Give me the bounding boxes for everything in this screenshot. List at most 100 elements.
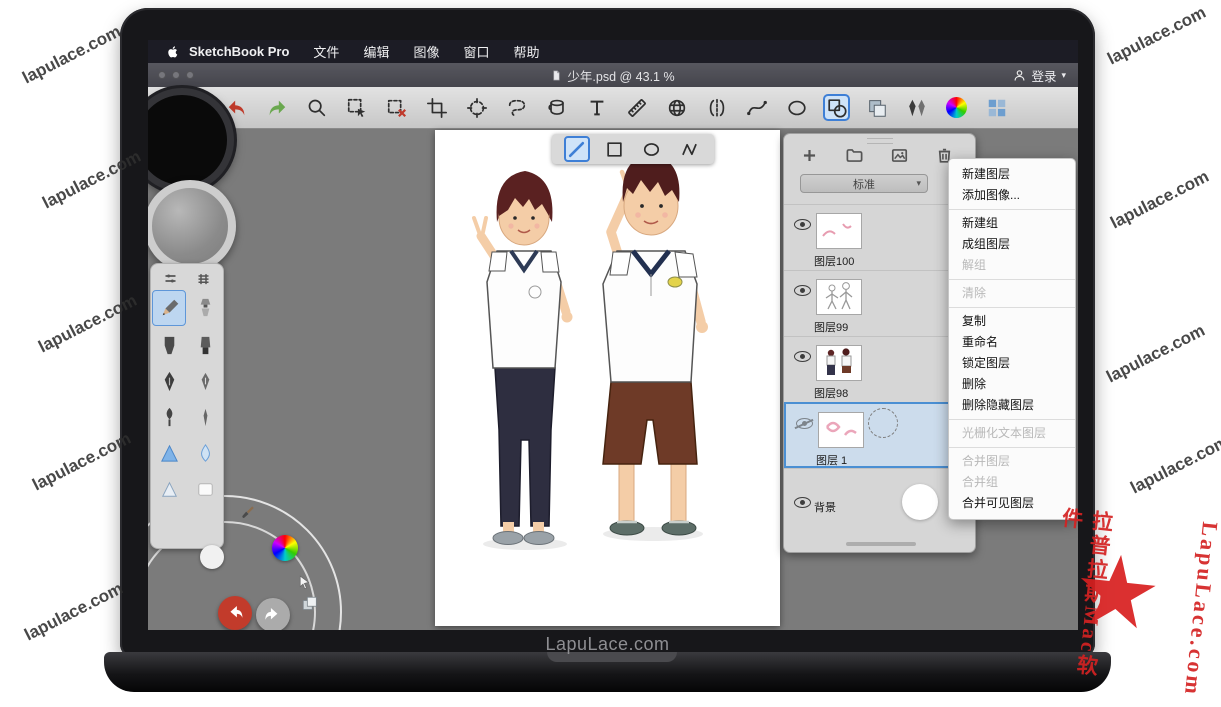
tool-ruler[interactable]: [623, 94, 650, 121]
shape-tool-polyline[interactable]: [676, 136, 702, 162]
tool-palette[interactable]: [983, 94, 1010, 121]
brush-airbrush[interactable]: [187, 289, 223, 325]
brush-eraser[interactable]: [187, 471, 223, 507]
canvas[interactable]: [435, 130, 780, 626]
line-icon: [567, 140, 586, 159]
add-image-button[interactable]: [890, 146, 909, 165]
tool-perspective[interactable]: [663, 94, 690, 121]
layer-row[interactable]: 背景: [784, 468, 975, 534]
shape-tool-ellipse[interactable]: [639, 136, 665, 162]
blend-mode-dropdown[interactable]: 标准 ▾: [800, 174, 928, 193]
brush-triangle-outline[interactable]: [151, 471, 187, 507]
context-menu-item-18: 合并组: [949, 472, 1075, 493]
corner-undo-button[interactable]: [218, 596, 252, 630]
login-control[interactable]: 登录 ▾: [1012, 63, 1066, 87]
menu-item-2[interactable]: 图像: [413, 45, 439, 60]
layer-thumbnail[interactable]: [816, 345, 862, 381]
context-menu-item-9[interactable]: 复制: [949, 311, 1075, 332]
layer-thumbnail[interactable]: [902, 484, 938, 520]
shape-tool-line[interactable]: [564, 136, 590, 162]
brush-pen-nib-2[interactable]: [187, 363, 223, 399]
eye-visible-icon[interactable]: [794, 285, 811, 296]
eye-visible-icon[interactable]: [794, 351, 811, 362]
person-icon: [1012, 68, 1027, 83]
corner-redo-button[interactable]: [256, 598, 290, 630]
tool-zoom[interactable]: [303, 94, 330, 121]
bezel-brand-text: LapuLace.com: [120, 634, 1095, 655]
brush-marker-broad[interactable]: [151, 327, 187, 363]
brush-marker-flat[interactable]: [187, 327, 223, 363]
tool-redo[interactable]: [263, 94, 290, 121]
layer-row[interactable]: 图层 1: [784, 402, 975, 468]
brush-ink-pen[interactable]: [151, 399, 187, 435]
tool-transform[interactable]: [463, 94, 490, 121]
menu-item-1[interactable]: 编辑: [363, 45, 389, 60]
zoom-icon: [306, 97, 328, 119]
canvas-artwork: [435, 130, 780, 626]
context-menu-item-3[interactable]: 新建组: [949, 213, 1075, 234]
airbrush-icon: [194, 296, 217, 319]
perspective-icon: [666, 97, 688, 119]
context-menu-item-11[interactable]: 锁定图层: [949, 353, 1075, 374]
deselect-icon: [386, 97, 408, 119]
brush-pencil[interactable]: [152, 290, 186, 326]
eraser-icon: [194, 478, 217, 501]
app-name[interactable]: SketchBook Pro: [189, 44, 289, 59]
transform-icon: [466, 97, 488, 119]
layer-thumbnail[interactable]: [816, 279, 862, 315]
context-menu-item-0[interactable]: 新建图层: [949, 164, 1075, 185]
menu-item-0[interactable]: 文件: [313, 45, 339, 60]
brush-puck[interactable]: [148, 180, 236, 272]
eye-visible-icon[interactable]: [794, 497, 811, 508]
tool-crop[interactable]: [423, 94, 450, 121]
tool-brushes[interactable]: [903, 94, 930, 121]
selection-marquee-icon: [868, 408, 898, 438]
panel-grip[interactable]: [867, 138, 893, 144]
context-menu-item-12[interactable]: 删除: [949, 374, 1075, 395]
pencil-icon: [158, 297, 181, 320]
screen: SketchBook Pro 文件编辑图像窗口帮助 少年.psd @ 43.1 …: [148, 40, 1078, 630]
layer-row[interactable]: 图层100: [784, 204, 975, 270]
tool-deselect[interactable]: [383, 94, 410, 121]
marker-flat-icon: [194, 334, 217, 357]
eye-visible-icon[interactable]: [794, 219, 811, 230]
layer-thumbnail[interactable]: [818, 412, 864, 448]
tool-lasso[interactable]: [503, 94, 530, 121]
apple-menu-icon[interactable]: [166, 45, 180, 59]
corner-color-wheel-button[interactable]: [272, 535, 298, 561]
tool-symmetry[interactable]: [703, 94, 730, 121]
brush-droplet[interactable]: [187, 435, 223, 471]
tool-select[interactable]: [343, 94, 370, 121]
shape-tool-rectangle[interactable]: [601, 136, 627, 162]
context-menu-item-10[interactable]: 重命名: [949, 332, 1075, 353]
tool-text[interactable]: [583, 94, 610, 121]
tool-copy[interactable]: [863, 94, 890, 121]
group-folder-button[interactable]: [845, 146, 864, 165]
horizontal-scrollbar[interactable]: [846, 542, 916, 546]
layer-thumbnail[interactable]: [816, 213, 862, 249]
add-layer-button[interactable]: [800, 146, 819, 165]
tool-fill[interactable]: [543, 94, 570, 121]
menu-item-3[interactable]: 窗口: [463, 45, 489, 60]
brush-fine-nib[interactable]: [187, 399, 223, 435]
corner-layers-button[interactable]: [296, 590, 324, 618]
eye-hidden-icon[interactable]: [796, 418, 813, 429]
toolbar: [148, 87, 1078, 129]
context-menu-item-4[interactable]: 成组图层: [949, 234, 1075, 255]
tool-curve[interactable]: [743, 94, 770, 121]
menu-item-4[interactable]: 帮助: [513, 45, 539, 60]
layer-row[interactable]: 图层99: [784, 270, 975, 336]
brush-pen-nib[interactable]: [151, 363, 187, 399]
layer-row[interactable]: 图层98: [784, 336, 975, 402]
tool-ellipse[interactable]: [783, 94, 810, 121]
corner-paintbrush-button[interactable]: [234, 500, 260, 526]
tool-colorwheel[interactable]: [943, 94, 970, 121]
corner-white-dot-button[interactable]: [200, 545, 224, 569]
grid-icon[interactable]: [196, 271, 211, 286]
context-menu-item-1[interactable]: 添加图像...: [949, 185, 1075, 206]
layer-context-menu: 新建图层添加图像...新建组成组图层解组清除复制重命名锁定图层删除删除隐藏图层光…: [948, 158, 1076, 520]
tune-icon[interactable]: [163, 271, 178, 286]
context-menu-item-13[interactable]: 删除隐藏图层: [949, 395, 1075, 416]
brush-triangle-solid[interactable]: [151, 435, 187, 471]
tool-shapes[interactable]: [823, 94, 850, 121]
